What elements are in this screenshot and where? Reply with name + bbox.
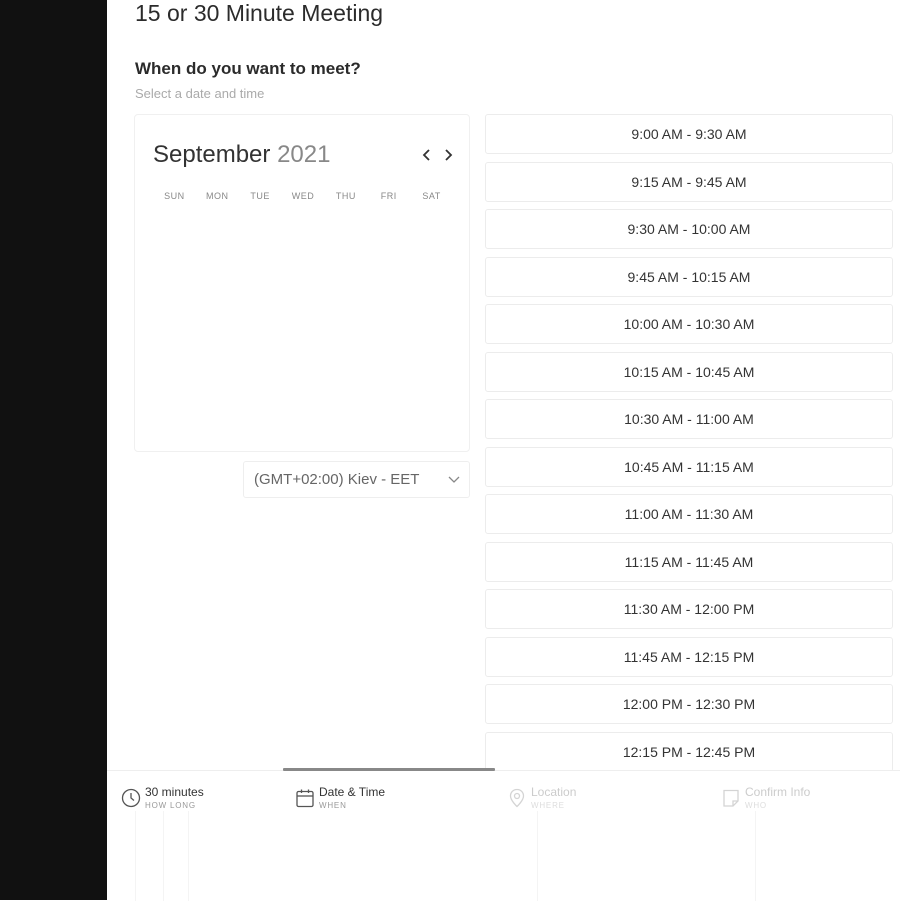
clock-icon [121, 788, 141, 808]
timezone-value: (GMT+02:00) Kiev - EET [254, 471, 420, 488]
step-title: Location [531, 785, 577, 799]
time-slot-button[interactable]: 9:30 AM - 10:00 AM [485, 209, 893, 249]
weekday-label: SAT [422, 191, 441, 201]
calendar-month-year: September 2021 [153, 141, 330, 169]
divider [188, 811, 189, 901]
time-slot-label: 9:15 AM - 9:45 AM [631, 173, 747, 190]
chevron-left-icon [422, 149, 430, 161]
calendar-year: 2021 [277, 141, 331, 168]
chevron-right-icon [445, 149, 453, 161]
step-subtitle: WHO [745, 801, 767, 810]
divider [755, 811, 756, 901]
location-pin-icon [509, 788, 525, 808]
time-slot-button[interactable]: 9:45 AM - 10:15 AM [485, 256, 893, 297]
weekday-label: TUE [250, 191, 270, 201]
prev-month-button[interactable] [419, 145, 435, 165]
calendar-weekday-header: SUN MON TUE WED THU FRI SAT [153, 191, 453, 201]
time-slot-button[interactable]: 11:45 AM - 12:15 PM [485, 636, 893, 677]
time-slot-button[interactable]: 12:15 PM - 12:45 PM [485, 731, 893, 772]
section-title: When do you want to meet? [135, 59, 361, 78]
booking-steps-footer: 30 minutes HOW LONG Date & Time WHEN Loc… [107, 768, 900, 901]
time-slot-label: 12:15 PM - 12:45 PM [622, 743, 756, 760]
step-progress-indicator [283, 768, 495, 771]
weekday-label: MON [206, 191, 229, 201]
step-subtitle: HOW LONG [145, 801, 196, 810]
chevron-down-icon [448, 476, 460, 483]
form-icon [723, 789, 739, 807]
time-slot-button[interactable]: 10:15 AM - 10:45 AM [485, 351, 893, 392]
calendar-month: September [153, 141, 271, 168]
calendar: September 2021 SUN MON TUE WED THU FRI S… [134, 114, 470, 452]
time-slot-label: 9:00 AM - 9:30 AM [631, 126, 747, 142]
time-slot-button[interactable]: 9:00 AM - 9:30 AM [485, 114, 893, 154]
scheduler-panel: 15 or 30 Minute Meeting When do you want… [107, 0, 900, 901]
section-subtitle: Select a date and time [135, 86, 265, 101]
time-slot-button[interactable]: 11:30 AM - 12:00 PM [485, 589, 893, 629]
time-slot-label: 12:00 PM - 12:30 PM [622, 696, 756, 712]
step-subtitle: WHERE [531, 801, 565, 810]
time-slot-button[interactable]: 10:30 AM - 11:00 AM [485, 399, 893, 439]
time-slot-label: 10:15 AM - 10:45 AM [623, 363, 755, 380]
left-dark-panel [0, 0, 107, 900]
timezone-select[interactable]: (GMT+02:00) Kiev - EET [243, 461, 470, 498]
time-slot-button[interactable]: 12:00 PM - 12:30 PM [485, 684, 893, 724]
calendar-icon [296, 789, 314, 808]
step-title: Date & Time [319, 785, 386, 799]
time-slot-button[interactable]: 10:00 AM - 10:30 AM [485, 304, 893, 344]
step-subtitle: WHEN [319, 801, 347, 810]
weekday-label: WED [291, 191, 315, 201]
time-slot-label: 11:15 AM - 11:45 AM [624, 553, 754, 570]
time-slot-label: 11:45 AM - 12:15 PM [623, 648, 755, 665]
step-title: 30 minutes [145, 785, 204, 799]
weekday-label: FRI [380, 191, 397, 201]
weekday-label: THU [335, 191, 356, 201]
time-slot-button[interactable]: 11:15 AM - 11:45 AM [485, 541, 893, 582]
time-slot-label: 11:00 AM - 11:30 AM [624, 506, 754, 522]
time-slot-button[interactable]: 11:00 AM - 11:30 AM [485, 494, 893, 534]
divider [163, 811, 164, 901]
divider [135, 811, 136, 901]
time-slot-label: 9:45 AM - 10:15 AM [627, 268, 751, 285]
time-slot-button[interactable]: 9:15 AM - 9:45 AM [485, 161, 893, 202]
time-slot-label: 10:30 AM - 11:00 AM [624, 411, 754, 427]
step-title: Confirm Info [745, 785, 811, 799]
time-slot-label: 10:45 AM - 11:15 AM [624, 458, 754, 475]
time-slot-label: 11:30 AM - 12:00 PM [623, 601, 755, 617]
divider [537, 811, 538, 901]
time-slot-label: 10:00 AM - 10:30 AM [623, 316, 755, 332]
weekday-label: SUN [164, 191, 185, 201]
page-title: 15 or 30 Minute Meeting [135, 0, 384, 26]
next-month-button[interactable] [440, 145, 456, 165]
time-slot-label: 9:30 AM - 10:00 AM [627, 221, 751, 237]
time-slot-button[interactable]: 10:45 AM - 11:15 AM [485, 446, 893, 487]
